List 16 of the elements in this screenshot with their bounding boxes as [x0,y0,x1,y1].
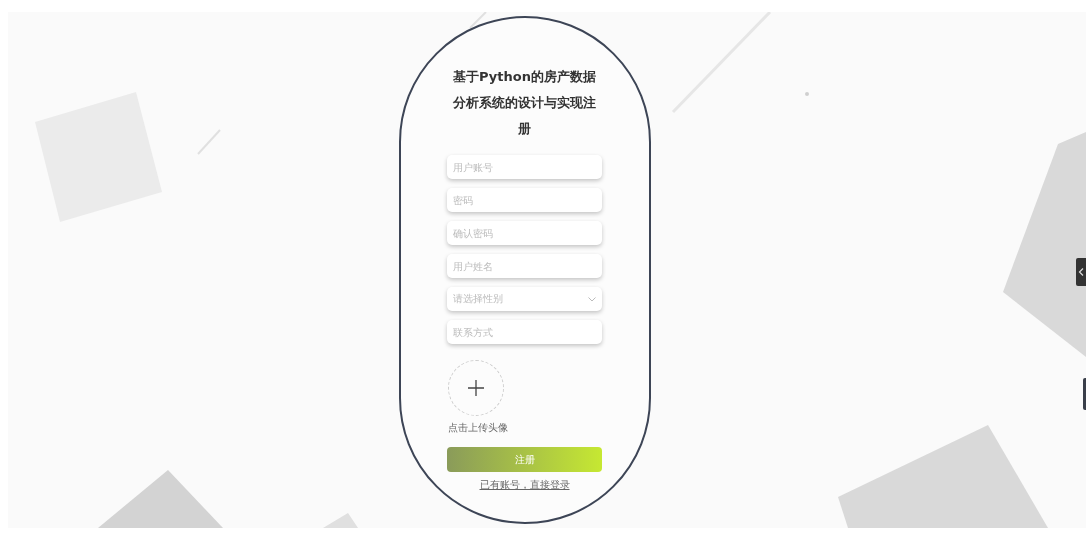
chevron-down-icon [588,296,596,302]
upload-label: 点击上传头像 [447,421,508,435]
background-dot [805,92,809,96]
input-field[interactable]: 用户姓名 [447,254,602,278]
side-handle[interactable] [1083,378,1086,410]
plus-icon [467,380,484,396]
input-field[interactable]: 用户账号 [447,155,602,179]
register-button[interactable]: 注册 [447,447,602,472]
input-field[interactable]: 密码 [447,188,602,212]
collapse-tab[interactable] [1076,258,1086,286]
login-link[interactable]: 已有账号，直接登录 [479,478,570,492]
input-field[interactable]: 确认密码 [447,221,602,245]
background-line [469,12,487,29]
chevron-left-icon [1078,268,1084,276]
background-line [197,129,221,155]
form-title: 基于Python的房产数据分析系统的设计与实现注册 [452,68,597,138]
